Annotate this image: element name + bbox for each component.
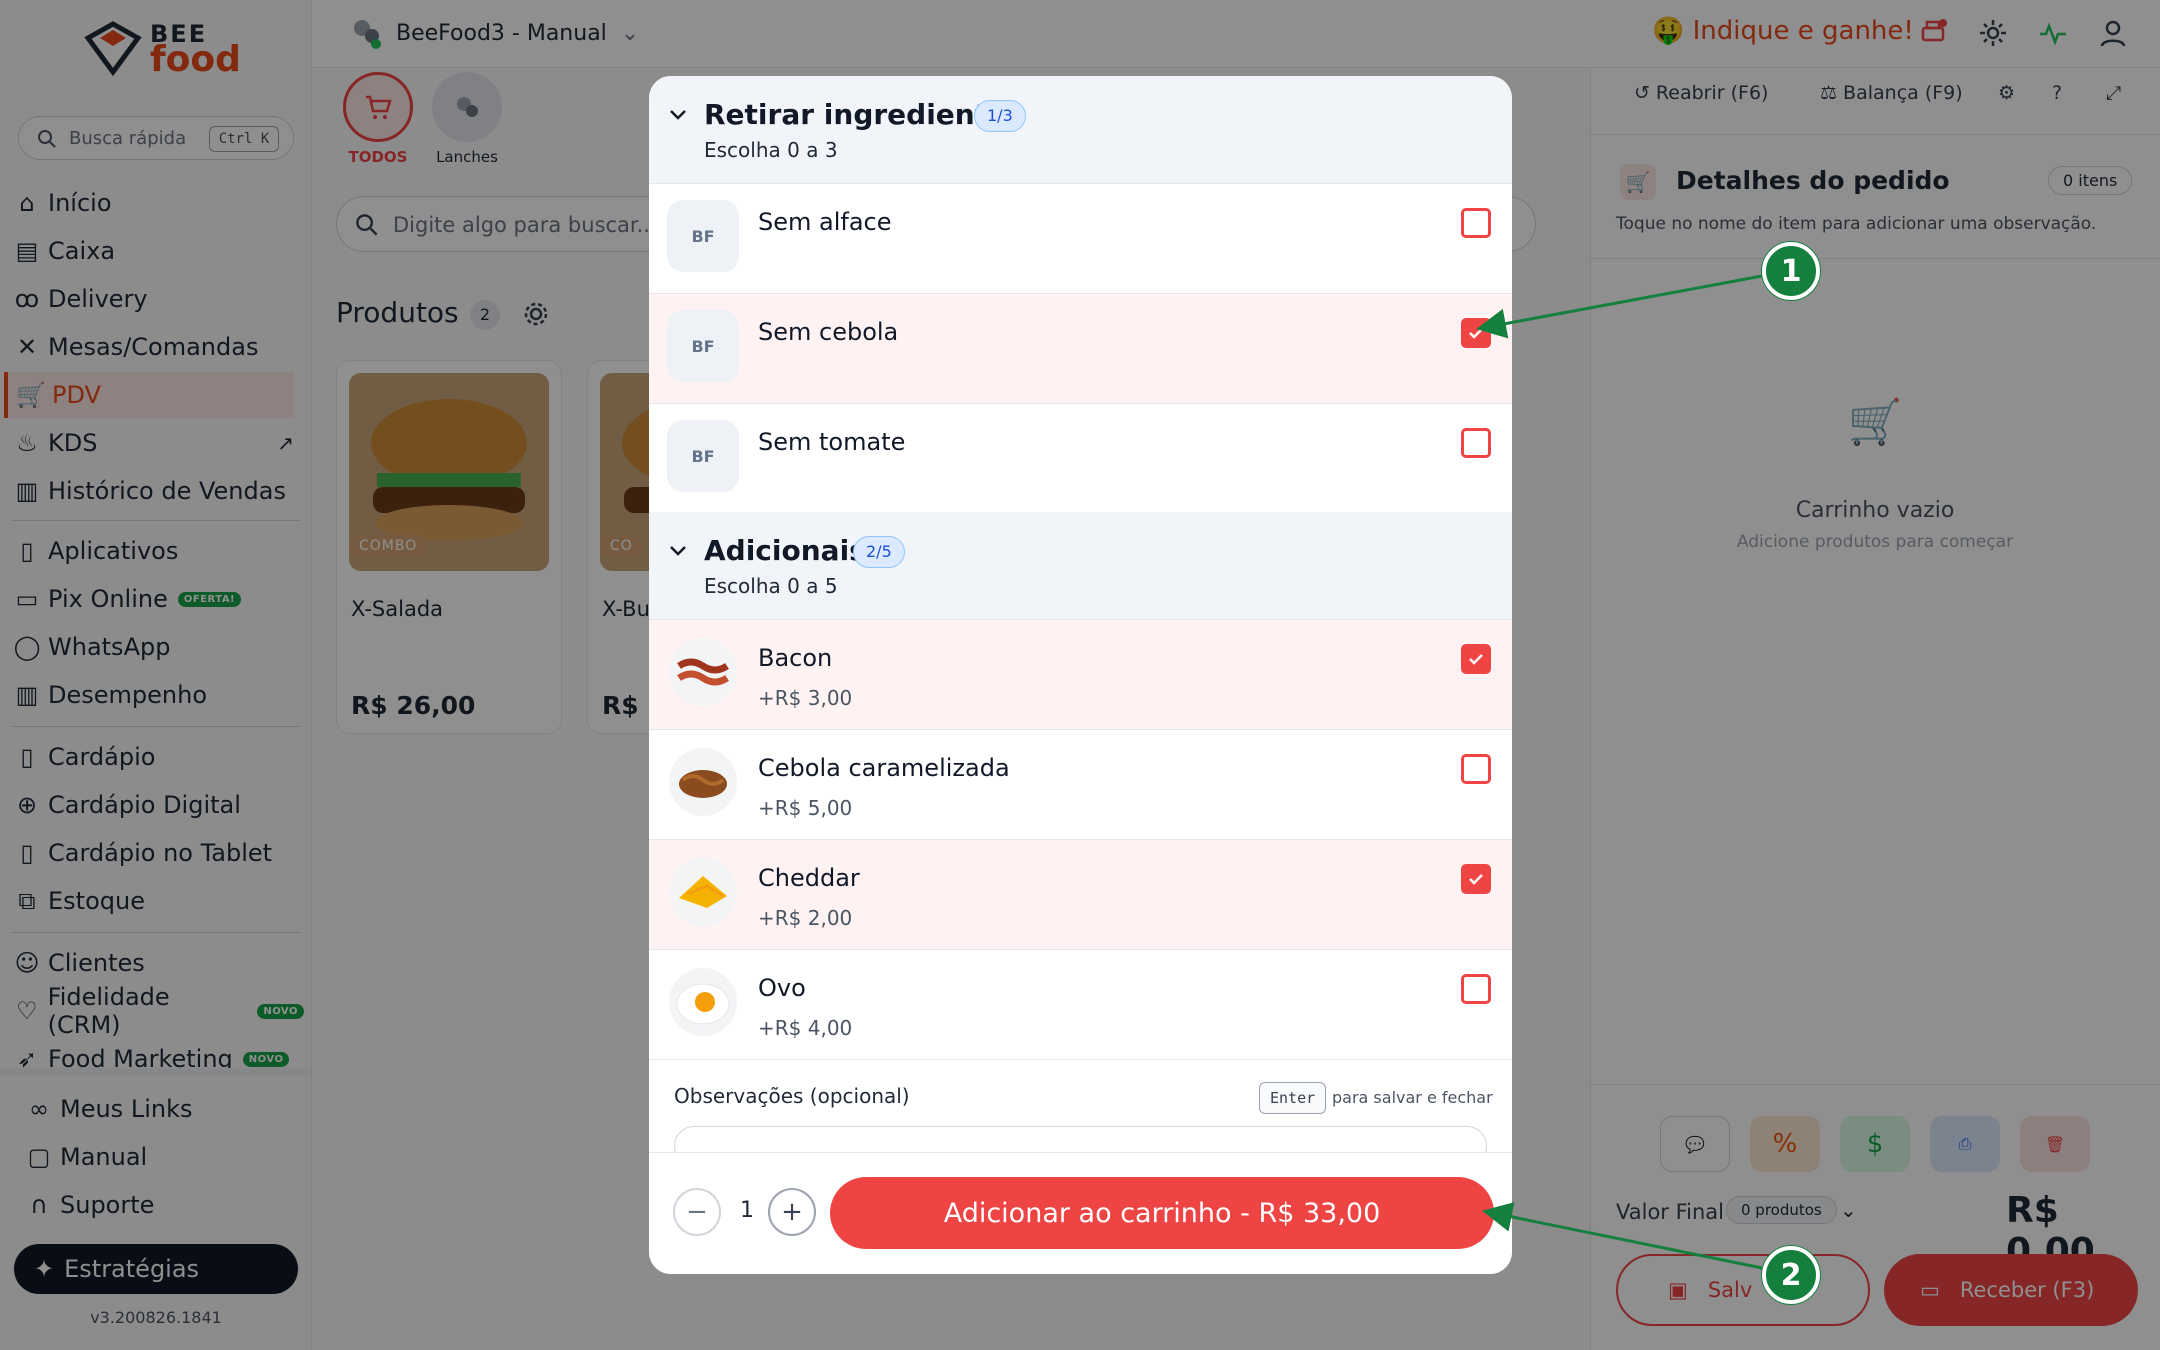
callout-2: 2: [1762, 1246, 1820, 1304]
callout-arrows: [1476, 274, 1763, 1270]
callout-1: 1: [1762, 242, 1820, 300]
callout-arrow-2: [1482, 1202, 1763, 1270]
callout-arrow-1: [1476, 274, 1763, 339]
